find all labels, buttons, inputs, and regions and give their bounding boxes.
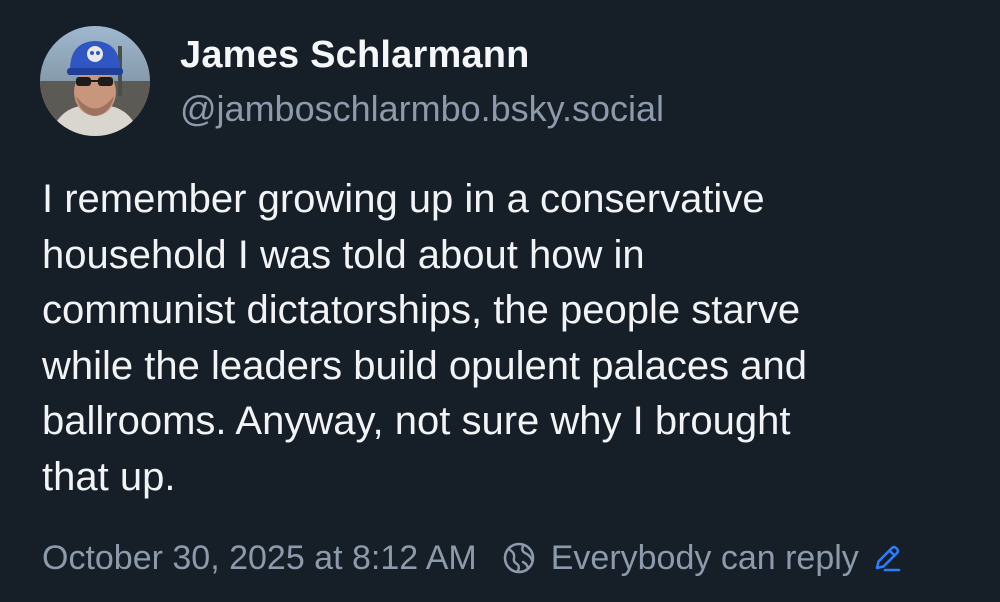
- post-text-line: communist dictatorships, the people star…: [42, 288, 801, 332]
- post-timestamp[interactable]: October 30, 2025 at 8:12 AM: [42, 539, 477, 578]
- post-text-line: I remember growing up in a conservative: [42, 177, 765, 221]
- author-handle[interactable]: @jamboschlarmbo.bsky.social: [180, 88, 664, 130]
- post-card: James Schlarmann @jamboschlarmbo.bsky.so…: [0, 0, 1000, 602]
- user-avatar-photo-icon: [40, 26, 150, 136]
- post-text: I remember growing up in a conservative …: [42, 172, 962, 505]
- post-text-line: household I was told about how in: [42, 232, 645, 277]
- post-text-line: while the leaders build opulent palaces …: [42, 343, 807, 388]
- post-text-line: that up.: [42, 454, 176, 499]
- post-text-line: ballrooms. Anyway, not sure why I brough…: [42, 399, 791, 443]
- author-display-name[interactable]: James Schlarmann: [180, 34, 530, 77]
- reply-setting-label[interactable]: Everybody can reply: [551, 539, 859, 578]
- globe-icon: [501, 540, 537, 576]
- post-meta: October 30, 2025 at 8:12 AM Everybody ca…: [42, 533, 903, 583]
- pencil-icon[interactable]: [871, 542, 903, 574]
- avatar[interactable]: [40, 26, 150, 136]
